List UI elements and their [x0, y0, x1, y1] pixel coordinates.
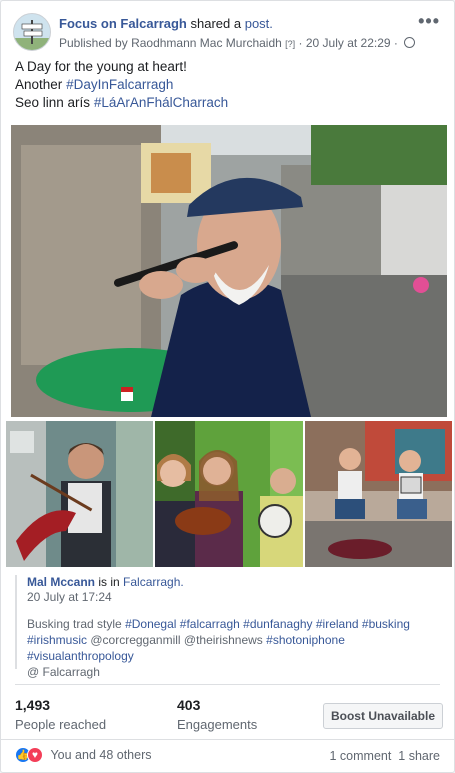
original-caption: Busking trad style #Donegal #falcarragh … [27, 616, 441, 680]
caption-prefix: Busking trad style [27, 617, 122, 631]
post-line-3: Seo linn arís #LáArAnFhálCharrach [15, 94, 228, 112]
hashtag-link[interactable]: #DayInFalcarragh [66, 77, 173, 92]
footer-counts: 1 comment 1 share [330, 749, 441, 763]
divider [15, 684, 440, 685]
photo-fiddlers-group[interactable] [155, 421, 303, 567]
post-line-2-text: Another [15, 77, 63, 92]
photo-violinist-boy[interactable] [6, 421, 153, 567]
insights-stats: 1,493 People reached 403 Engagements Boo… [15, 697, 443, 737]
shares-count[interactable]: 1 share [398, 749, 440, 763]
globe-icon[interactable] [404, 37, 416, 48]
post-link[interactable]: post. [245, 16, 273, 31]
people-reached-value: 1,493 [15, 697, 51, 713]
mention-text[interactable]: @corcregganmill @theirishnews [90, 633, 262, 647]
header-title: Focus on Falcarragh shared a post. [59, 16, 273, 31]
post-text: A Day for the young at heart! Another #D… [15, 58, 228, 112]
comments-count[interactable]: 1 comment [330, 749, 392, 763]
post-line-2: Another #DayInFalcarragh [15, 76, 228, 94]
post-line-1: A Day for the young at heart! [15, 59, 187, 74]
boost-button[interactable]: Boost Unavailable [323, 703, 443, 729]
hashtag-link[interactable]: #Donegal #falcarragh #dunfanaghy #irelan… [125, 617, 410, 631]
location-link[interactable]: Falcarragh. [123, 575, 184, 589]
engagements-value: 403 [177, 697, 201, 713]
photo-main-flute-player[interactable] [11, 125, 447, 417]
page-avatar[interactable] [13, 13, 51, 51]
post-header: Focus on Falcarragh shared a post. Publi… [13, 11, 442, 53]
original-post: Mal Mccann is in Falcarragh. 20 July at … [15, 575, 441, 679]
divider [1, 739, 454, 740]
is-in-text: is in [98, 575, 120, 589]
reactions-summary[interactable]: You and 48 others [50, 748, 151, 762]
post-timestamp[interactable]: 20 July at 22:29 [306, 36, 391, 50]
author-link[interactable]: Mal Mccann [27, 575, 95, 589]
photo-street-buskers[interactable] [305, 421, 452, 567]
hashtag-link[interactable]: #irishmusic [27, 633, 87, 647]
post-footer: 👍 ♥ You and 48 others 1 comment 1 share [15, 747, 440, 767]
more-icon[interactable]: ••• [418, 11, 440, 32]
people-reached: 1,493 People reached [15, 697, 106, 732]
page-name-link[interactable]: Focus on Falcarragh [59, 16, 187, 31]
published-prefix: Published by [59, 36, 128, 50]
shared-text: shared a [190, 16, 242, 31]
original-author-line: Mal Mccann is in Falcarragh. [27, 575, 441, 589]
people-reached-label: People reached [15, 717, 107, 732]
post-card: Focus on Falcarragh shared a post. Publi… [0, 0, 455, 773]
engagements: 403 Engagements [177, 697, 257, 732]
love-reaction-icon[interactable]: ♥ [27, 747, 43, 763]
original-date[interactable]: 20 July at 17:24 [27, 590, 441, 604]
post-line-3-text: Seo linn arís [15, 95, 91, 110]
engagements-label: Engagements [177, 717, 258, 732]
publisher-name[interactable]: Raodhmann Mac Murchaidh [131, 36, 282, 50]
hashtag-link[interactable]: #LáArAnFhálCharrach [94, 95, 228, 110]
publisher-badge[interactable]: [?] [285, 39, 295, 49]
location-mention[interactable]: @ Falcarragh [27, 665, 100, 679]
header-meta: Published by Raodhmann Mac Murchaidh [?]… [59, 36, 416, 50]
